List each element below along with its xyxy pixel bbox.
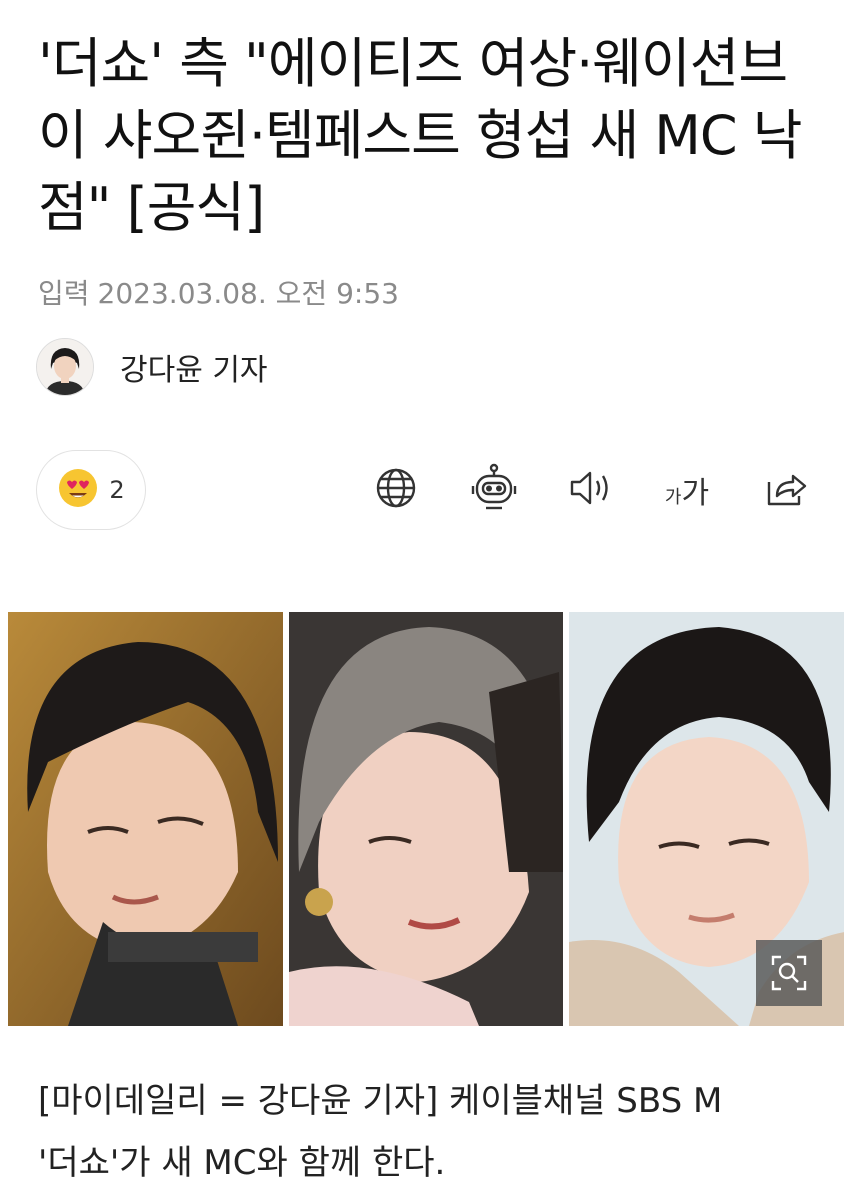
- font-size-button[interactable]: 가가: [656, 462, 718, 518]
- article-body: [마이데일리 = 강다윤 기자] 케이블채널 SBS M '더쇼'가 새 MC와…: [38, 1070, 828, 1194]
- photo-panel-left: [8, 612, 283, 1026]
- reporter-name[interactable]: 강다윤 기자: [120, 345, 268, 389]
- font-size-large-label: 가: [681, 476, 710, 511]
- reaction-button[interactable]: 2: [36, 450, 146, 530]
- share-icon: [763, 466, 809, 514]
- article-headline: '더쇼' 측 "에이티즈 여상·웨이션브이 샤오쥔·템페스트 형섭 새 MC 낙…: [38, 32, 802, 239]
- zoom-photo-button[interactable]: [756, 940, 823, 1006]
- speaker-icon: [566, 466, 614, 514]
- body-line-1: [마이데일리 = 강다윤 기자] 케이블채널 SBS M: [38, 1081, 723, 1121]
- read-aloud-button[interactable]: [562, 462, 618, 518]
- share-button[interactable]: [758, 462, 814, 518]
- translate-button[interactable]: [368, 462, 424, 518]
- summary-bot-button[interactable]: [466, 462, 522, 518]
- heart-eyes-emoji-icon: [57, 467, 99, 513]
- font-size-icon: 가가: [665, 468, 709, 512]
- font-size-small-label: 가: [664, 487, 682, 508]
- reaction-count: 2: [109, 476, 125, 504]
- reporter-avatar[interactable]: [36, 338, 94, 396]
- photo-panel-center: [288, 612, 564, 1026]
- robot-icon: [468, 462, 520, 518]
- article-dateline: 입력 2023.03.08. 오전 9:53: [38, 272, 399, 312]
- date-value: 2023.03.08. 오전 9:53: [97, 277, 399, 310]
- globe-icon: [374, 466, 418, 514]
- zoom-magnifier-icon: [769, 953, 809, 993]
- date-label: 입력: [38, 277, 90, 310]
- byline[interactable]: 강다윤 기자: [36, 338, 268, 396]
- body-line-2: '더쇼'가 새 MC와 함께 한다.: [38, 1143, 446, 1183]
- article-photo[interactable]: [8, 612, 845, 1026]
- photo-panel-right: [569, 612, 845, 1026]
